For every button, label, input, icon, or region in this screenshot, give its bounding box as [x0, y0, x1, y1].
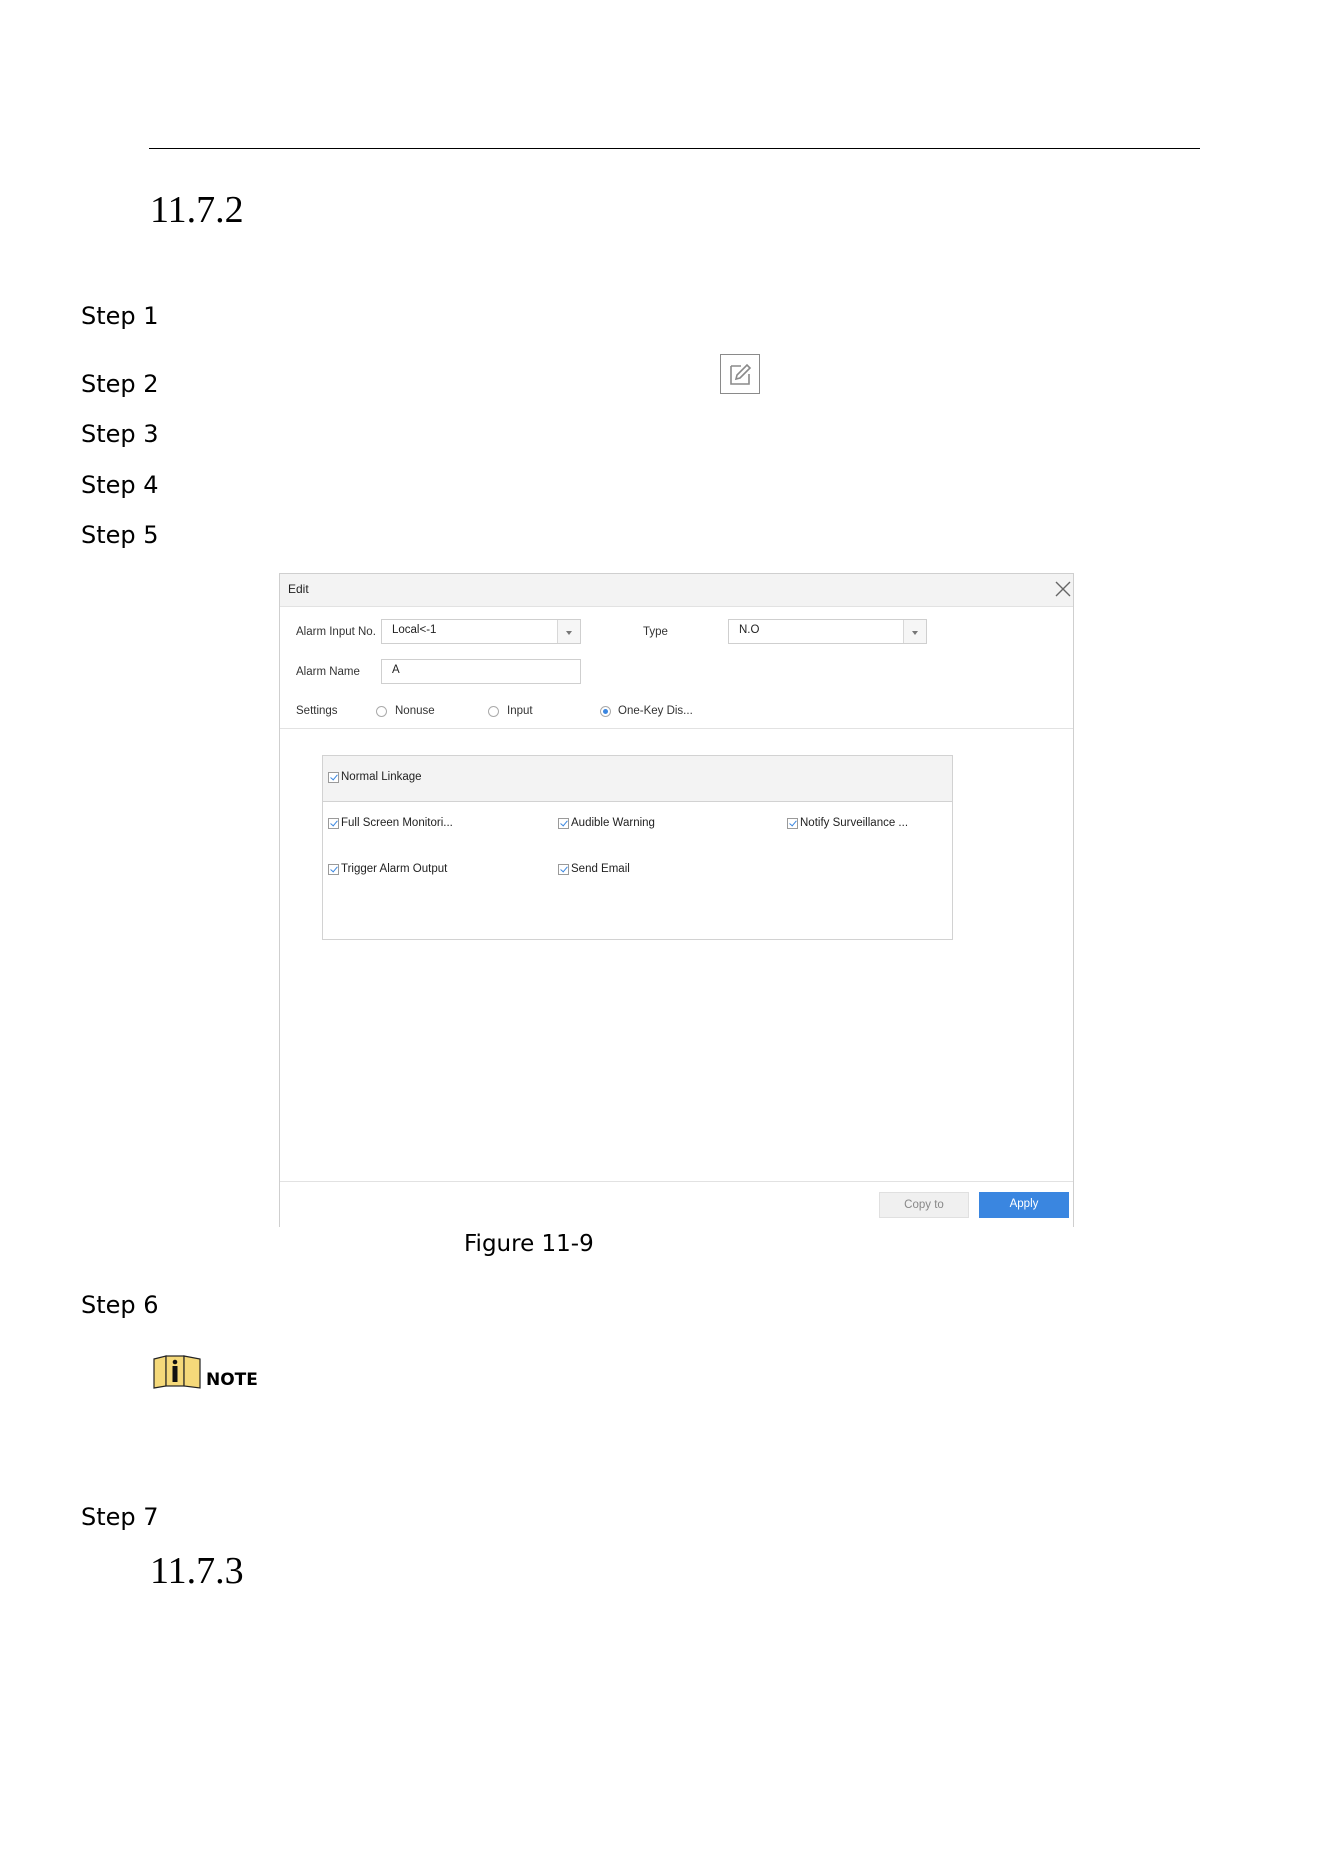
step-1-label: Step 1 [81, 302, 159, 330]
alarm-name-label: Alarm Name [296, 666, 360, 678]
send-email-checkbox[interactable] [558, 864, 569, 875]
dialog-header: Edit [280, 574, 1073, 607]
type-value: N.O [739, 624, 760, 636]
trigger-alarm-output-checkbox[interactable] [328, 864, 339, 875]
alarm-name-input[interactable]: A [381, 659, 581, 684]
apply-button[interactable]: Apply [979, 1192, 1069, 1218]
step-4-label: Step 4 [81, 471, 159, 499]
step-3-label: Step 3 [81, 420, 159, 448]
divider [280, 728, 1073, 729]
edit-dialog: Edit Alarm Input No. Local<-1 Type N.O A… [279, 573, 1074, 1227]
radio-nonuse[interactable] [376, 706, 387, 717]
close-icon[interactable] [1054, 580, 1072, 598]
section-number: 11.7.2 [150, 189, 244, 231]
linkage-header: Normal Linkage [323, 756, 952, 802]
note-label: NOTE [206, 1370, 258, 1390]
figure-caption: Figure 11-9 [464, 1231, 594, 1257]
footer-divider [280, 1181, 1073, 1182]
step-2-label: Step 2 [81, 370, 159, 398]
settings-label: Settings [296, 705, 338, 717]
alarm-input-label: Alarm Input No. [296, 626, 376, 638]
notify-surveillance-label: Notify Surveillance ... [800, 817, 909, 829]
radio-input[interactable] [488, 706, 499, 717]
note-icon [153, 1355, 201, 1389]
alarm-input-select[interactable]: Local<-1 [381, 619, 581, 644]
chevron-down-icon [557, 620, 580, 643]
audible-warning-label: Audible Warning [571, 817, 655, 829]
normal-linkage-label: Normal Linkage [341, 771, 422, 783]
trigger-alarm-output-label: Trigger Alarm Output [341, 863, 448, 875]
type-select[interactable]: N.O [728, 619, 927, 644]
header-rule [149, 148, 1200, 149]
edit-icon [720, 354, 760, 394]
copy-to-button[interactable]: Copy to [879, 1192, 969, 1218]
edit-icon-glyph [730, 363, 752, 385]
send-email-label: Send Email [571, 863, 630, 875]
alarm-name-value: A [392, 664, 400, 676]
section-number-2: 11.7.3 [150, 1550, 244, 1592]
full-screen-monitoring-checkbox[interactable] [328, 818, 339, 829]
radio-one-key-disarm[interactable] [600, 706, 611, 717]
linkage-panel: Normal Linkage Full Screen Monitori... A… [322, 755, 953, 940]
dialog-title: Edit [288, 582, 309, 596]
step-7-label: Step 7 [81, 1503, 159, 1531]
chevron-down-icon [903, 620, 926, 643]
full-screen-monitoring-label: Full Screen Monitori... [341, 817, 453, 829]
step-5-label: Step 5 [81, 521, 159, 549]
type-label: Type [643, 626, 668, 638]
audible-warning-checkbox[interactable] [558, 818, 569, 829]
radio-nonuse-label: Nonuse [395, 705, 435, 717]
normal-linkage-checkbox[interactable] [328, 772, 339, 783]
step-6-label: Step 6 [81, 1291, 159, 1319]
radio-input-label: Input [507, 705, 533, 717]
radio-one-key-disarm-label: One-Key Dis... [618, 705, 693, 717]
alarm-input-value: Local<-1 [392, 624, 437, 636]
notify-surveillance-checkbox[interactable] [787, 818, 798, 829]
